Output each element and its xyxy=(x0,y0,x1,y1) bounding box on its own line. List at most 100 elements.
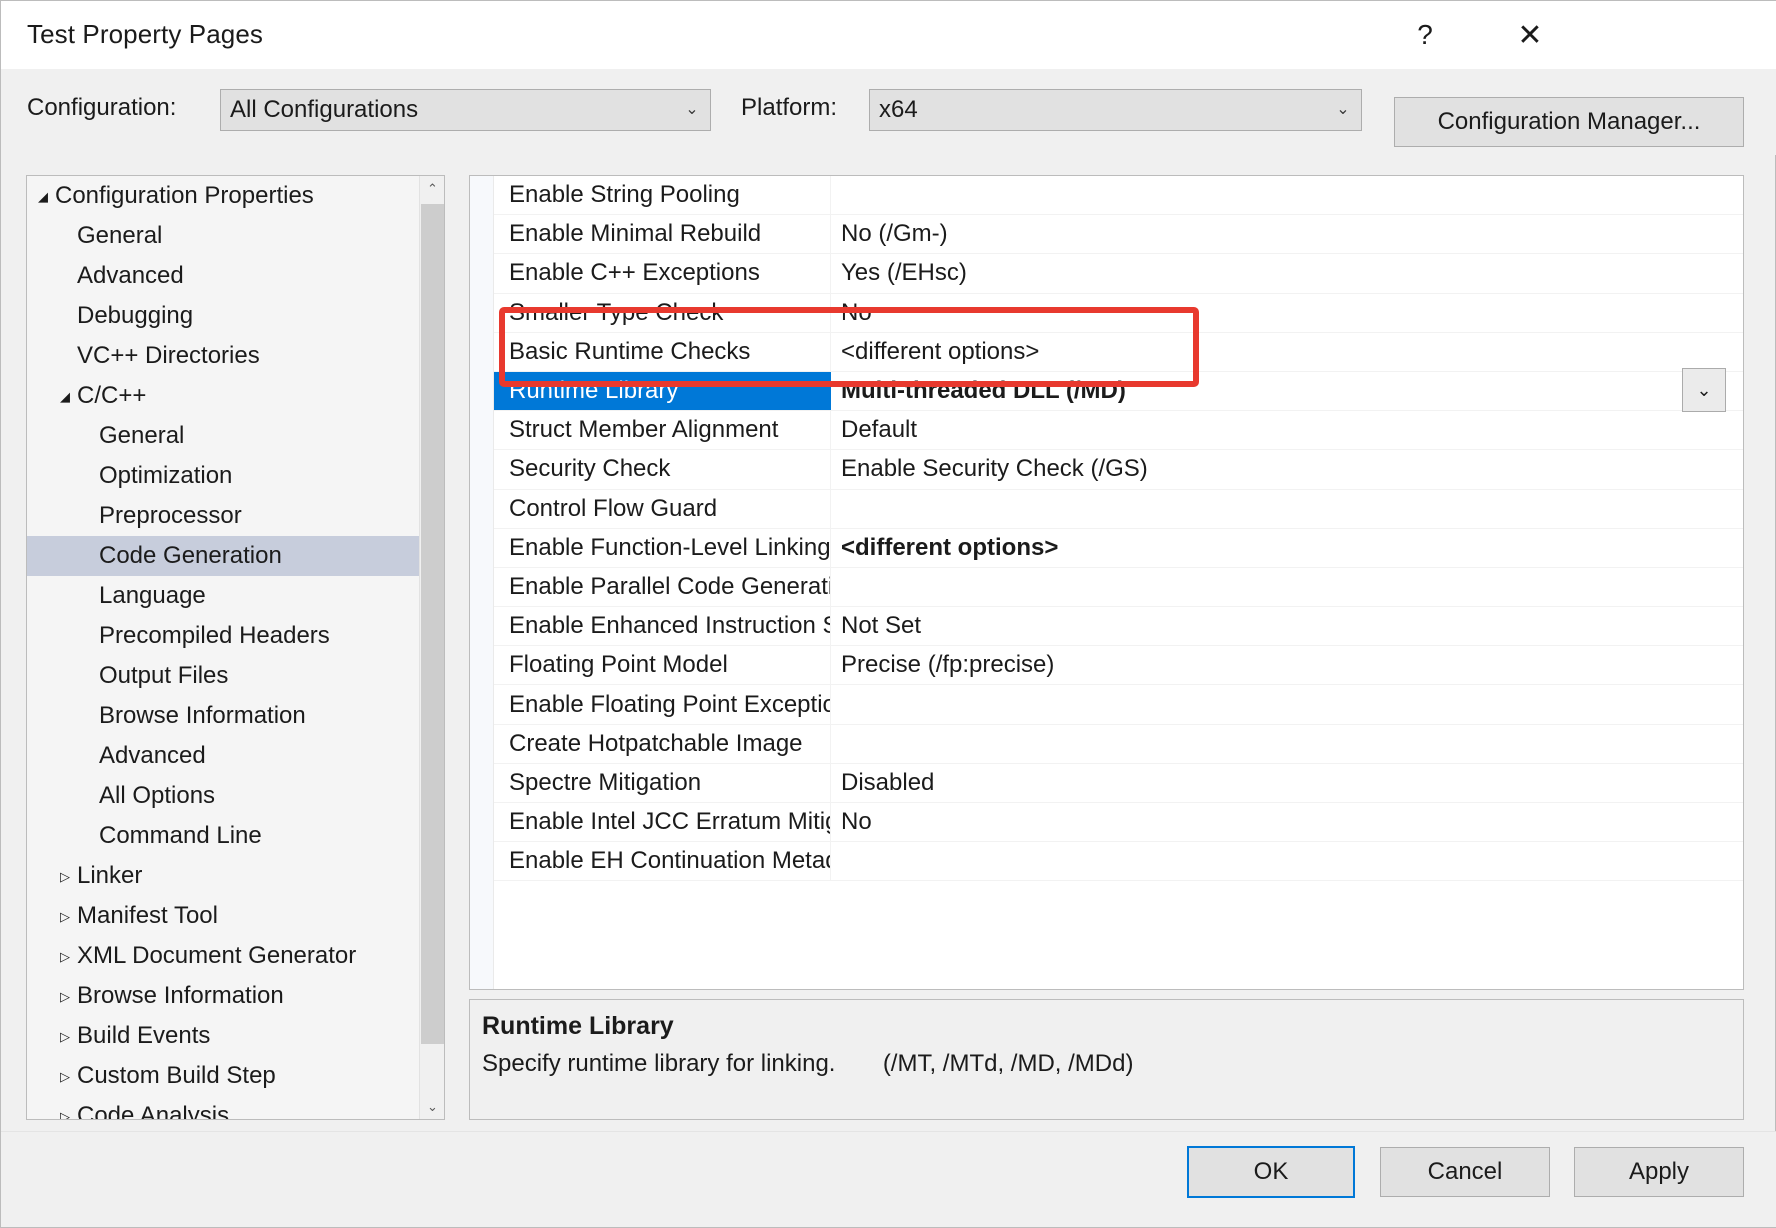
property-value[interactable]: Multi-threaded DLL (/MD) xyxy=(831,372,1743,410)
property-value[interactable]: <different options> xyxy=(831,333,1743,371)
scroll-up-icon[interactable]: ⌃ xyxy=(420,176,444,201)
properties-tree-panel: ◢ Configuration Properties General Advanced… xyxy=(26,175,445,1120)
property-row[interactable]: Spectre Mitigation Disabled xyxy=(494,763,1743,803)
property-value[interactable]: Enable Security Check (/GS) xyxy=(831,450,1743,488)
property-name: Struct Member Alignment xyxy=(494,411,831,450)
property-row[interactable]: Security Check Enable Security Check (/GS… xyxy=(494,450,1743,490)
ok-button[interactable]: OK xyxy=(1187,1146,1355,1198)
property-value[interactable]: Default xyxy=(831,411,1743,449)
property-name: Enable EH Continuation Metadata xyxy=(494,842,831,881)
property-value[interactable]: No xyxy=(831,294,1743,332)
property-value[interactable]: Not Set xyxy=(831,607,1743,645)
property-row[interactable]: Control Flow Guard xyxy=(494,489,1743,529)
sidebar-item-label: Browse Information xyxy=(77,982,284,1009)
property-row[interactable]: Enable C++ Exceptions Yes (/EHsc) xyxy=(494,254,1743,294)
property-value[interactable]: <different options> xyxy=(831,529,1743,567)
sidebar-item-output-files[interactable]: Output Files xyxy=(27,656,421,696)
property-row[interactable]: Runtime Library Multi-threaded DLL (/MD) xyxy=(494,371,1743,412)
help-icon[interactable]: ? xyxy=(1393,1,1457,69)
property-row[interactable]: Enable EH Continuation Metadata xyxy=(494,842,1743,882)
triangle-right-icon[interactable]: ▷ xyxy=(54,950,76,963)
property-value[interactable] xyxy=(831,568,1743,606)
property-name: Enable String Pooling xyxy=(494,176,831,215)
property-value[interactable] xyxy=(831,176,1743,214)
properties-tree[interactable]: ◢ Configuration Properties General Advanced… xyxy=(27,176,421,1120)
configuration-select[interactable]: All Configurations ⌄ xyxy=(220,89,711,131)
value-dropdown-button[interactable]: ⌄ xyxy=(1682,368,1726,412)
sidebar-item-linker[interactable]: ▷ Linker xyxy=(27,856,421,896)
sidebar-item-command-line[interactable]: Command Line xyxy=(27,816,421,856)
property-row[interactable]: Create Hotpatchable Image xyxy=(494,724,1743,764)
property-value[interactable]: Precise (/fp:precise) xyxy=(831,646,1743,684)
triangle-down-icon[interactable]: ◢ xyxy=(54,390,76,403)
cancel-button[interactable]: Cancel xyxy=(1380,1147,1550,1197)
property-row[interactable]: Smaller Type Check No xyxy=(494,293,1743,333)
property-row[interactable]: Enable String Pooling xyxy=(494,176,1743,216)
triangle-down-icon[interactable]: ◢ xyxy=(32,190,54,203)
sidebar-item-label: Output Files xyxy=(99,662,229,689)
sidebar-item-all-options[interactable]: All Options xyxy=(27,776,421,816)
property-value[interactable]: No xyxy=(831,803,1743,841)
property-row[interactable]: Enable Enhanced Instruction Set Not Set xyxy=(494,607,1743,647)
triangle-right-icon[interactable]: ▷ xyxy=(54,1070,76,1083)
property-value[interactable]: Yes (/EHsc) xyxy=(831,254,1743,292)
sidebar-item-xml-document-generator[interactable]: ▷ XML Document Generator xyxy=(27,936,421,976)
sidebar-item-advanced[interactable]: Advanced xyxy=(27,736,421,776)
property-grid[interactable]: Enable String Pooling Enable Minimal Rebu… xyxy=(494,176,1743,882)
property-row[interactable]: Struct Member Alignment Default xyxy=(494,411,1743,451)
sidebar-item-language[interactable]: Language xyxy=(27,576,421,616)
property-row[interactable]: Enable Floating Point Exceptions xyxy=(494,685,1743,725)
sidebar-item-build-events[interactable]: ▷ Build Events xyxy=(27,1016,421,1056)
sidebar-item-label: Debugging xyxy=(77,302,194,329)
sidebar-item-debugging[interactable]: Debugging xyxy=(27,296,421,336)
sidebar-item-label: Build Events xyxy=(77,1022,211,1049)
sidebar-item-label: Command Line xyxy=(99,822,262,849)
sidebar-item-label: Advanced xyxy=(77,262,184,289)
property-name: Enable Floating Point Exceptions xyxy=(494,685,831,724)
property-row[interactable]: Basic Runtime Checks <different options> xyxy=(494,332,1743,372)
sidebar-item-c-c[interactable]: ◢ C/C++ xyxy=(27,376,421,416)
sidebar-item-general[interactable]: General xyxy=(27,416,421,456)
sidebar-item-optimization[interactable]: Optimization xyxy=(27,456,421,496)
sidebar-item-custom-build-step[interactable]: ▷ Custom Build Step xyxy=(27,1056,421,1096)
property-row[interactable]: Enable Minimal Rebuild No (/Gm-) xyxy=(494,215,1743,255)
property-row[interactable]: Enable Intel JCC Erratum MitigationNo xyxy=(494,803,1743,843)
chevron-down-icon: ⌄ xyxy=(685,101,699,118)
platform-select[interactable]: x64 ⌄ xyxy=(869,89,1362,131)
sidebar-item-manifest-tool[interactable]: ▷ Manifest Tool xyxy=(27,896,421,936)
sidebar-item-advanced[interactable]: Advanced xyxy=(27,256,421,296)
sidebar-item-configuration-properties[interactable]: ◢ Configuration Properties xyxy=(27,176,421,216)
configuration-manager-button[interactable]: Configuration Manager... xyxy=(1394,97,1744,147)
triangle-right-icon[interactable]: ▷ xyxy=(54,1110,76,1120)
property-value[interactable]: Disabled xyxy=(831,764,1743,802)
scroll-down-icon[interactable]: ⌄ xyxy=(420,1094,444,1119)
sidebar-item-browse-information[interactable]: Browse Information xyxy=(27,696,421,736)
property-name: Control Flow Guard xyxy=(494,489,831,528)
property-row[interactable]: Floating Point Model Precise (/fp:precise… xyxy=(494,646,1743,686)
sidebar-item-code-generation[interactable]: Code Generation xyxy=(27,536,421,576)
sidebar-item-vc-directories[interactable]: VC++ Directories xyxy=(27,336,421,376)
close-icon[interactable]: ✕ xyxy=(1498,1,1562,69)
property-name: Enable Parallel Code Generation xyxy=(494,567,831,607)
tree-scrollbar[interactable]: ⌃ ⌄ xyxy=(419,176,444,1119)
property-value[interactable] xyxy=(831,685,1743,723)
triangle-right-icon[interactable]: ▷ xyxy=(54,1030,76,1043)
configuration-label: Configuration: xyxy=(27,94,177,121)
property-value[interactable] xyxy=(831,842,1743,880)
sidebar-item-browse-information[interactable]: ▷ Browse Information xyxy=(27,976,421,1016)
property-value[interactable]: No (/Gm-) xyxy=(831,215,1743,253)
property-name: Runtime Library xyxy=(494,371,831,411)
sidebar-item-general[interactable]: General xyxy=(27,216,421,256)
property-row[interactable]: Enable Parallel Code Generation xyxy=(494,567,1743,608)
triangle-right-icon[interactable]: ▷ xyxy=(54,990,76,1003)
property-value[interactable] xyxy=(831,490,1743,528)
sidebar-item-code-analysis[interactable]: ▷ Code Analysis xyxy=(27,1096,421,1120)
apply-button[interactable]: Apply xyxy=(1574,1147,1744,1197)
sidebar-item-preprocessor[interactable]: Preprocessor xyxy=(27,496,421,536)
scrollbar-thumb[interactable] xyxy=(421,204,444,1044)
sidebar-item-precompiled-headers[interactable]: Precompiled Headers xyxy=(27,616,421,656)
triangle-right-icon[interactable]: ▷ xyxy=(54,870,76,883)
property-value[interactable] xyxy=(831,725,1743,763)
triangle-right-icon[interactable]: ▷ xyxy=(54,910,76,923)
property-row[interactable]: Enable Function-Level Linking <different … xyxy=(494,528,1743,568)
